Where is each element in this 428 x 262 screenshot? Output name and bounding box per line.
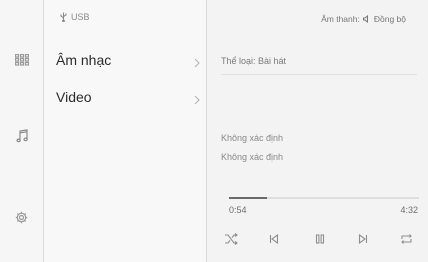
now-playing-panel: Âm thanh: Đồng bộ Thể loại: Bài hát Khôn… [207, 0, 428, 262]
pause-button[interactable] [311, 231, 329, 247]
previous-track-icon [269, 234, 279, 244]
menu-item-label: Video [56, 89, 92, 105]
next-button[interactable] [354, 231, 372, 247]
progress-bar[interactable] [229, 197, 419, 199]
total-duration: 4:32 [400, 205, 418, 215]
music-note-icon [15, 129, 28, 143]
artist-text: Không xác định [221, 133, 284, 143]
media-screen: USB Âm nhạc Video Âm thanh: Đồng bộ Thể … [0, 0, 428, 262]
divider [221, 74, 417, 75]
sound-sync-label: Âm thanh: [321, 14, 360, 24]
settings-icon [15, 211, 28, 223]
shuffle-icon [225, 233, 238, 245]
next-track-icon [358, 234, 368, 244]
genre-text: Thể loại: Bài hát [221, 56, 287, 66]
music-button[interactable] [0, 124, 43, 148]
repeat-icon [400, 234, 412, 244]
apps-button[interactable] [0, 48, 43, 72]
chevron-right-icon [194, 92, 200, 105]
menu-item-music[interactable]: Âm nhạc [44, 45, 206, 75]
sound-sync-value: Đồng bộ [373, 14, 406, 24]
elapsed-time: 0:54 [229, 205, 247, 215]
settings-button[interactable] [0, 205, 43, 229]
speaker-icon [362, 15, 368, 23]
sound-sync-indicator[interactable]: Âm thanh: Đồng bộ [321, 14, 406, 24]
source-label: USB [71, 12, 90, 22]
left-rail [0, 0, 43, 262]
pause-icon [315, 234, 325, 244]
apps-icon [14, 54, 29, 66]
menu-item-label: Âm nhạc [56, 52, 112, 68]
progress-fill [229, 197, 267, 199]
chevron-right-icon [194, 55, 200, 68]
previous-button[interactable] [265, 231, 283, 247]
shuffle-button[interactable] [222, 231, 240, 247]
source-menu: USB Âm nhạc Video [44, 0, 206, 262]
album-text: Không xác định [221, 152, 284, 162]
usb-icon [60, 12, 67, 22]
source-header: USB [60, 12, 90, 22]
menu-item-video[interactable]: Video [44, 82, 206, 112]
repeat-button[interactable] [397, 231, 415, 247]
